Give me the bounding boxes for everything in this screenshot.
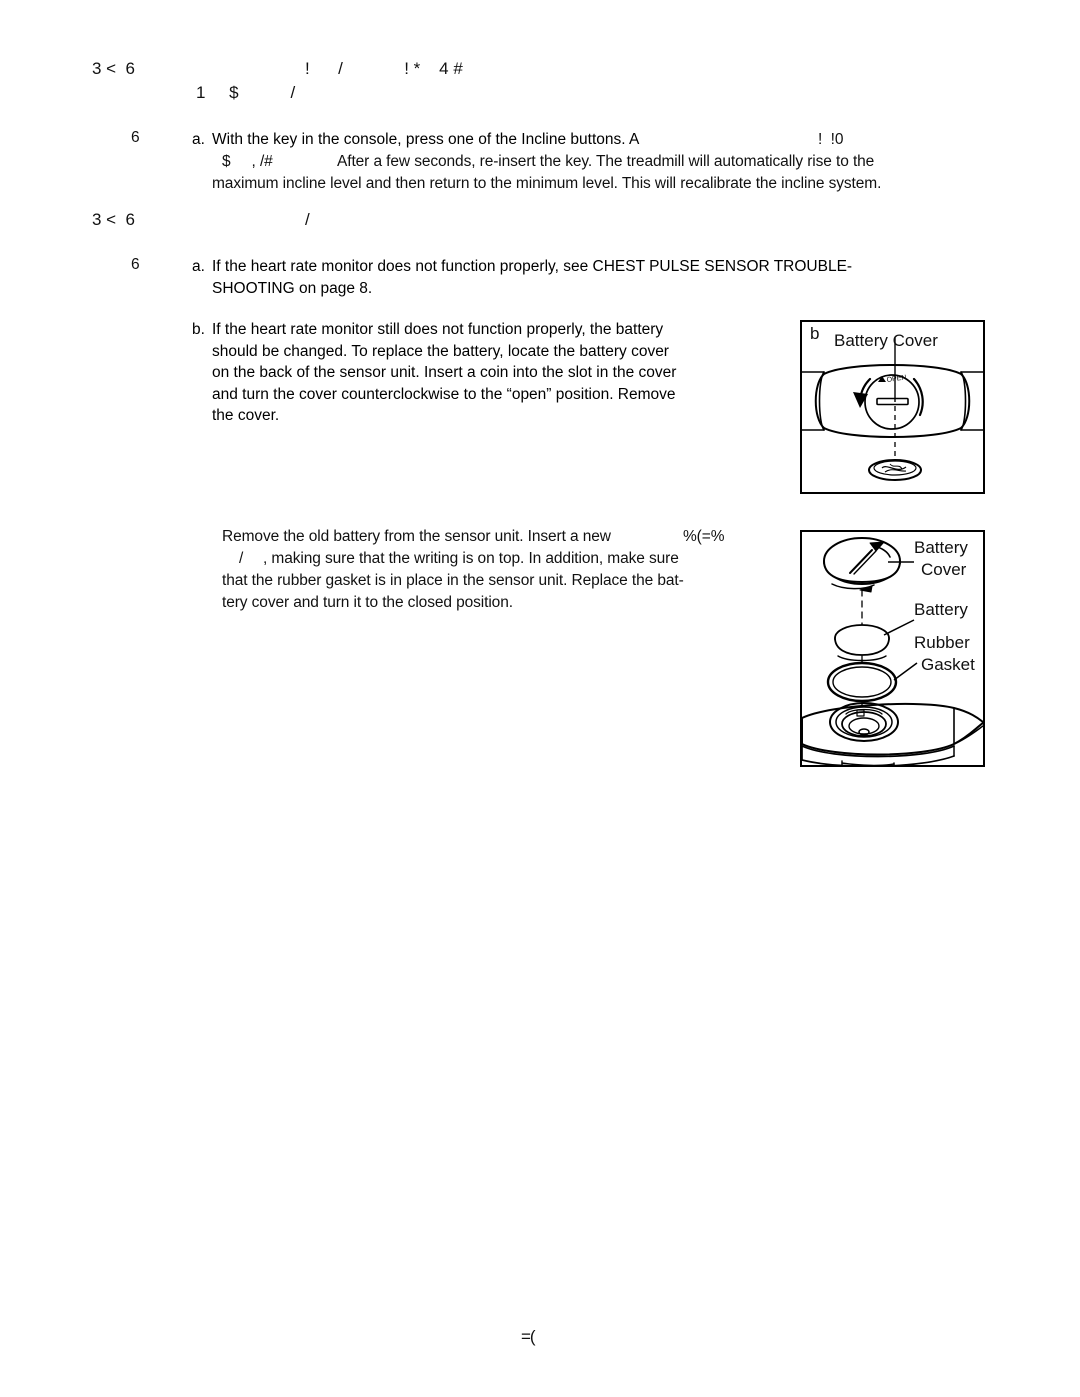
section-incline-marker: 6 bbox=[131, 129, 140, 146]
figure-battery-cover-title: Battery Cover bbox=[834, 331, 938, 350]
battery-cover-part bbox=[823, 537, 901, 593]
hrm-continuation-glyph-lead: / bbox=[239, 550, 244, 567]
figure2-label-battery-cover-line1: Battery bbox=[914, 538, 968, 557]
open-marking: OPEN bbox=[878, 374, 907, 384]
hrm-step-a-label: a. bbox=[192, 258, 205, 275]
svg-text:OPEN: OPEN bbox=[886, 374, 907, 384]
hrm-step-b-text: If the heart rate monitor still does not… bbox=[212, 321, 677, 424]
section-hrm-heading-line1: 3 < 6 / bbox=[92, 210, 310, 229]
hrm-continuation-line1: Remove the old battery from the sensor u… bbox=[222, 528, 611, 545]
hrm-continuation-line2: , making sure that the writing is on top… bbox=[263, 550, 679, 567]
incline-step-a-line1: With the key in the console, press one o… bbox=[212, 131, 640, 148]
incline-step-a: a. With the key in the console, press on… bbox=[192, 129, 992, 151]
page-footer-glyph: =( bbox=[521, 1327, 536, 1346]
coin-icon bbox=[868, 459, 922, 481]
hrm-continuation-line3: that the rubber gasket is in place in th… bbox=[222, 572, 684, 589]
hrm-step-a-text: If the heart rate monitor does not funct… bbox=[212, 258, 853, 297]
incline-step-a-label: a. bbox=[192, 131, 205, 148]
exploded-battery-figure: Battery Cover Battery Rubber Gasket bbox=[800, 530, 985, 767]
battery-cover-figure: OPEN b Battery Cover bbox=[800, 320, 985, 494]
incline-step-a-glyph-lead: $ , /# bbox=[222, 153, 273, 170]
incline-step-a-line2: After a few seconds, re-insert the key. … bbox=[337, 153, 875, 170]
figure2-label-battery: Battery bbox=[914, 600, 968, 619]
sensor-housing bbox=[802, 702, 983, 765]
figure2-label-rubber-gasket-line1: Rubber bbox=[914, 633, 970, 652]
manual-page: 3 < 6 ! / ! * 4 # 1 $ / 6 a. With the ke… bbox=[0, 0, 1080, 1397]
section-incline-heading-line2: 1 $ / bbox=[196, 83, 296, 102]
leader-rubber-gasket bbox=[893, 662, 918, 681]
section-incline-heading-line1: 3 < 6 ! / ! * 4 # bbox=[92, 59, 463, 78]
section-hrm-marker: 6 bbox=[131, 256, 140, 273]
hrm-step-b: b. If the heart rate monitor still does … bbox=[192, 319, 762, 427]
battery-part bbox=[834, 624, 890, 662]
figure-step-letter: b bbox=[810, 324, 820, 343]
figure2-label-rubber-gasket-line2: Gasket bbox=[921, 655, 975, 674]
hrm-step-b-label: b. bbox=[192, 321, 205, 338]
incline-step-a-glyph-tail: ! !0 bbox=[818, 131, 844, 148]
rubber-gasket-part bbox=[826, 661, 898, 703]
incline-step-a-line3: maximum incline level and then return to… bbox=[212, 175, 882, 192]
hrm-step-a: a. If the heart rate monitor does not fu… bbox=[192, 256, 982, 299]
leader-battery bbox=[883, 619, 915, 636]
hrm-continuation-line4: tery cover and turn it to the closed pos… bbox=[222, 594, 513, 611]
hrm-continuation-glyph-tail: %(=% bbox=[683, 528, 725, 545]
figure2-label-battery-cover-line2: Cover bbox=[921, 560, 967, 579]
